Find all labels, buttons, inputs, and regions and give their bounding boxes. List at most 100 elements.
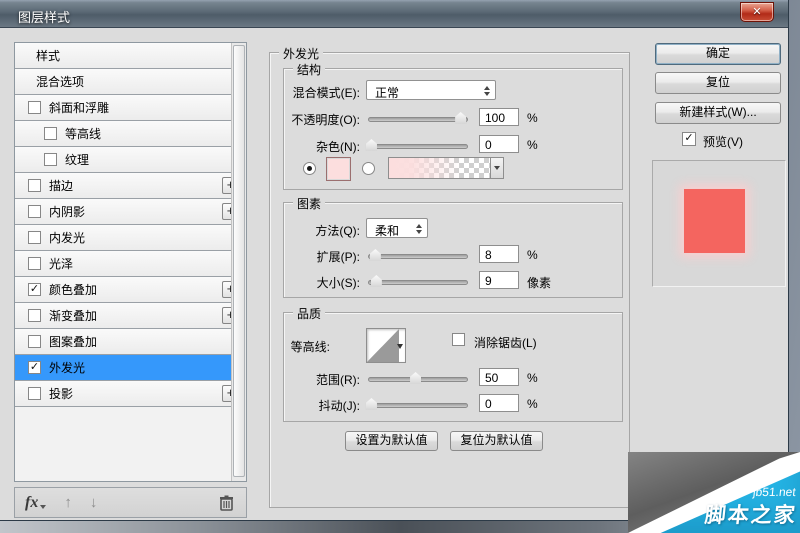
spread-slider[interactable] xyxy=(368,254,468,259)
jitter-input[interactable]: 0 xyxy=(479,394,519,412)
spread-unit: % xyxy=(527,248,538,262)
watermark: jb51.net 脚本之家 xyxy=(628,452,800,533)
spread-value: 8 xyxy=(485,248,492,262)
layer-style-dialog: 图层样式 ✕ 样式 混合选项 斜面和浮雕 等高线 纹理 xyxy=(0,0,789,521)
gradient-dropdown-button[interactable] xyxy=(490,157,504,179)
fx-toolbar: fx ↑ ↓ xyxy=(14,487,247,518)
sidebar-item-label: 内发光 xyxy=(49,229,85,246)
sidebar-item-stroke[interactable]: 描边 + xyxy=(15,173,246,199)
style-list-scrollbar[interactable] xyxy=(231,43,246,481)
sidebar-item-label: 样式 xyxy=(36,47,60,64)
fx-icon[interactable]: fx xyxy=(25,494,38,512)
spread-input[interactable]: 8 xyxy=(479,245,519,263)
antialias-label: 消除锯齿(L) xyxy=(474,334,537,351)
sidebar-item-pattern-overlay[interactable]: 图案叠加 xyxy=(15,329,246,355)
texture-checkbox[interactable] xyxy=(44,153,57,166)
opacity-slider[interactable] xyxy=(368,117,468,122)
opacity-value: 100 xyxy=(485,111,505,125)
contour-checkbox[interactable] xyxy=(44,127,57,140)
sidebar-item-styles[interactable]: 样式 xyxy=(15,43,246,69)
sidebar-item-inner-glow[interactable]: 内发光 xyxy=(15,225,246,251)
reset-default-button[interactable]: 复位为默认值 xyxy=(450,431,543,451)
opacity-label: 不透明度(O): xyxy=(250,111,360,128)
range-input[interactable]: 50 xyxy=(479,368,519,386)
scrollbar-thumb[interactable] xyxy=(233,45,245,477)
move-up-icon[interactable]: ↑ xyxy=(64,494,72,511)
glow-gradient-radio[interactable] xyxy=(362,162,375,175)
size-input[interactable]: 9 xyxy=(479,271,519,289)
size-value: 9 xyxy=(485,274,492,288)
color-overlay-checkbox[interactable]: ✓ xyxy=(28,283,41,296)
check-icon: ✓ xyxy=(684,132,693,144)
delete-effect-button[interactable] xyxy=(219,495,234,511)
sidebar-item-inner-shadow[interactable]: 内阴影 + xyxy=(15,199,246,225)
range-label: 范围(R): xyxy=(250,371,360,388)
opacity-input[interactable]: 100 xyxy=(479,108,519,126)
blend-mode-value: 正常 xyxy=(375,86,399,100)
noise-input[interactable]: 0 xyxy=(479,135,519,153)
outer-glow-checkbox[interactable]: ✓ xyxy=(28,361,41,374)
size-slider[interactable] xyxy=(368,280,468,285)
sidebar-item-outer-glow[interactable]: ✓ 外发光 xyxy=(15,355,246,381)
gradient-overlay-checkbox[interactable] xyxy=(28,309,41,322)
quality-title: 品质 xyxy=(293,305,325,322)
jitter-slider[interactable] xyxy=(368,403,468,408)
style-list-rows: 样式 混合选项 斜面和浮雕 等高线 纹理 描边 + xyxy=(15,43,246,407)
watermark-site-name: 脚本之家 xyxy=(703,499,798,529)
close-button[interactable]: ✕ xyxy=(740,2,774,22)
drop-shadow-checkbox[interactable] xyxy=(28,387,41,400)
sidebar-item-satin[interactable]: 光泽 xyxy=(15,251,246,277)
sidebar-item-texture[interactable]: 纹理 xyxy=(15,147,246,173)
glow-color-radio[interactable] xyxy=(303,162,316,175)
glow-gradient-picker[interactable] xyxy=(388,157,491,179)
check-icon: ✓ xyxy=(30,283,39,295)
new-style-button[interactable]: 新建样式(W)... xyxy=(655,102,781,124)
sidebar-item-gradient-overlay[interactable]: 渐变叠加 + xyxy=(15,303,246,329)
stroke-checkbox[interactable] xyxy=(28,179,41,192)
range-slider[interactable] xyxy=(368,377,468,382)
structure-title: 结构 xyxy=(293,61,325,78)
sidebar-item-label: 斜面和浮雕 xyxy=(49,99,109,116)
trash-icon xyxy=(219,495,234,511)
check-icon: ✓ xyxy=(30,361,39,373)
panel-title: 外发光 xyxy=(279,45,323,62)
sidebar-item-blending-options[interactable]: 混合选项 xyxy=(15,69,246,95)
contour-label: 等高线: xyxy=(250,338,330,355)
contour-picker[interactable] xyxy=(366,328,406,363)
sidebar-item-label: 投影 xyxy=(49,385,73,402)
noise-slider[interactable] xyxy=(368,144,468,149)
sidebar-item-label: 描边 xyxy=(49,177,73,194)
pattern-overlay-checkbox[interactable] xyxy=(28,335,41,348)
glow-color-swatch[interactable] xyxy=(326,157,351,181)
elements-title: 图素 xyxy=(293,195,325,212)
set-default-button[interactable]: 设置为默认值 xyxy=(345,431,438,451)
sidebar-item-drop-shadow[interactable]: 投影 + xyxy=(15,381,246,407)
antialias-checkbox[interactable] xyxy=(452,333,465,346)
satin-checkbox[interactable] xyxy=(28,257,41,270)
bevel-emboss-checkbox[interactable] xyxy=(28,101,41,114)
preview-checkbox[interactable]: ✓ xyxy=(682,132,696,146)
sidebar-item-color-overlay[interactable]: ✓ 颜色叠加 + xyxy=(15,277,246,303)
sidebar-item-contour[interactable]: 等高线 xyxy=(15,121,246,147)
sidebar-item-label: 颜色叠加 xyxy=(49,281,97,298)
size-label: 大小(S): xyxy=(250,274,360,291)
sidebar-item-label: 混合选项 xyxy=(36,73,84,90)
technique-label: 方法(Q): xyxy=(250,222,360,239)
noise-unit: % xyxy=(527,138,538,152)
inner-shadow-checkbox[interactable] xyxy=(28,205,41,218)
blend-mode-label: 混合模式(E): xyxy=(250,84,360,101)
move-down-icon[interactable]: ↓ xyxy=(90,494,98,511)
blend-mode-select[interactable]: 正常 xyxy=(366,80,496,100)
preview-square xyxy=(684,189,745,253)
ok-button[interactable]: 确定 xyxy=(655,43,781,65)
inner-glow-checkbox[interactable] xyxy=(28,231,41,244)
range-value: 50 xyxy=(485,371,498,385)
fx-menu-caret-icon xyxy=(40,505,46,509)
spread-label: 扩展(P): xyxy=(250,248,360,265)
sidebar-item-label: 等高线 xyxy=(65,125,101,142)
jitter-unit: % xyxy=(527,397,538,411)
reset-button[interactable]: 复位 xyxy=(655,72,781,94)
technique-select[interactable]: 柔和 xyxy=(366,218,428,238)
sidebar-item-bevel-emboss[interactable]: 斜面和浮雕 xyxy=(15,95,246,121)
close-icon: ✕ xyxy=(752,6,761,18)
